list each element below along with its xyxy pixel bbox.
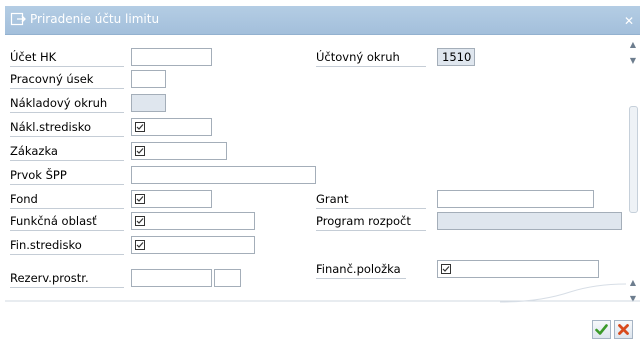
checkbox-icon	[135, 122, 145, 132]
footer-buttons	[592, 320, 634, 340]
checkbox-icon	[135, 216, 145, 226]
title-bar: Priradenie účtu limitu ✕	[5, 6, 640, 35]
label-financ-polozka: Finanč.položka	[316, 260, 406, 279]
label-grant: Grant	[316, 190, 426, 209]
pracovny-usek-input[interactable]	[131, 70, 166, 88]
label-pracovny-usek: Pracovný úsek	[10, 70, 124, 89]
label-program-rozpocet: Program rozpočt	[316, 212, 426, 231]
scrollbar-thumb[interactable]	[629, 106, 638, 213]
checkbox-icon	[135, 240, 145, 250]
window-icon	[10, 12, 26, 26]
nakladovy-okruh-input	[131, 94, 166, 112]
checkbox-icon	[135, 194, 145, 204]
label-prvok-spp: Prvok ŠPP	[10, 166, 124, 185]
scroll-down-icon[interactable]: ▼	[628, 294, 638, 304]
label-funkcna-oblast: Funkčná oblasť	[10, 212, 124, 231]
dialog-title: Priradenie účtu limitu	[30, 12, 160, 26]
dialog-window: Priradenie účtu limitu ✕ Účet HK Pracovn…	[0, 0, 640, 347]
confirm-button[interactable]	[592, 320, 611, 339]
ucet-hk-input[interactable]	[131, 48, 212, 66]
label-rezerv-prostr: Rezerv.prostr.	[10, 269, 124, 288]
uctovny-okruh-input: 1510	[437, 48, 475, 66]
checkbox-icon	[135, 146, 145, 156]
label-nakl-stredisko: Nákl.stredisko	[10, 118, 124, 137]
label-nakladovy-okruh: Nákladový okruh	[10, 94, 124, 113]
grant-input[interactable]	[437, 190, 594, 208]
nakl-stredisko-input[interactable]	[131, 118, 212, 136]
funkcna-oblast-input[interactable]	[131, 212, 255, 230]
checkmark-icon	[595, 324, 608, 335]
scroll-up-icon[interactable]: ▲	[628, 40, 638, 50]
footer-decoration	[500, 283, 626, 303]
label-ucet-hk: Účet HK	[10, 48, 124, 67]
cancel-icon	[618, 324, 629, 335]
rezerv-prostr-input[interactable]	[131, 269, 212, 287]
zakazka-input[interactable]	[131, 142, 227, 160]
checkbox-icon	[441, 264, 451, 274]
fin-stredisko-input[interactable]	[131, 236, 255, 254]
label-uctovny-okruh: Účtovný okruh	[316, 48, 426, 67]
label-fond: Fond	[10, 190, 124, 209]
program-rozpocet-input	[437, 212, 622, 230]
scroll-down-icon[interactable]: ▼	[628, 56, 638, 66]
uctovny-okruh-value: 1510	[442, 50, 472, 64]
financ-polozka-input[interactable]	[437, 260, 599, 278]
rezerv-prostr-item-input[interactable]	[214, 269, 241, 287]
cancel-button[interactable]	[614, 320, 633, 339]
prvok-spp-input[interactable]	[131, 166, 316, 184]
fond-input[interactable]	[131, 190, 212, 208]
vertical-scrollbar[interactable]: ▲ ▼ ▲ ▼	[626, 36, 640, 308]
label-zakazka: Zákazka	[10, 142, 124, 161]
close-icon[interactable]: ✕	[622, 14, 636, 28]
label-fin-stredisko: Fin.stredisko	[10, 236, 124, 255]
scroll-up-icon[interactable]: ▲	[628, 278, 638, 288]
